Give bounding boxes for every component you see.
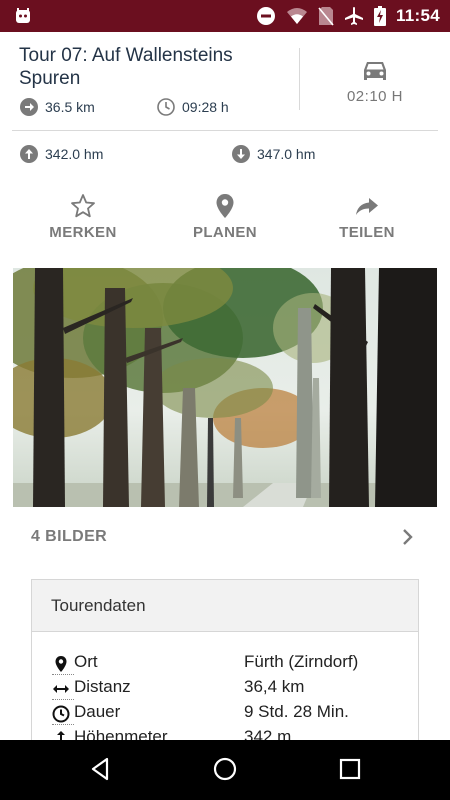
merken-button[interactable]: MERKEN [18, 192, 148, 241]
ascent-value: 342.0 hm [45, 146, 104, 162]
dotted-underline [52, 674, 74, 675]
dotted-underline [52, 699, 74, 700]
recents-icon[interactable] [339, 756, 361, 782]
do-not-disturb-icon [256, 7, 275, 25]
back-icon[interactable] [89, 756, 111, 782]
tour-data-heading: Tourendaten [32, 580, 418, 632]
duration-metric: 09:28 h [157, 98, 229, 116]
header-separator [12, 130, 438, 131]
gallery-link[interactable]: 4 BILDER [13, 517, 437, 557]
wifi-icon [286, 8, 307, 24]
tour-title: Tour 07: Auf Wallensteins Spuren [19, 45, 233, 89]
arrow-circle-down-icon [232, 145, 250, 163]
row-value: Fürth (Zirndorf) [244, 652, 359, 671]
dotted-underline [52, 724, 74, 725]
navigation-bar [0, 740, 450, 800]
tour-data-row-ort: Ort Fürth (Zirndorf) [52, 652, 412, 676]
duration-value: 09:28 h [182, 99, 229, 115]
row-key: Distanz [74, 677, 131, 696]
arrow-circle-up-icon [20, 145, 38, 163]
no-sim-icon [318, 7, 334, 26]
tour-photo[interactable] [13, 268, 437, 507]
location-pin-icon [216, 194, 234, 218]
star-icon [71, 194, 95, 218]
drive-time: 02:10 H [346, 88, 404, 105]
home-icon[interactable] [213, 756, 237, 782]
merken-label: MERKEN [49, 224, 117, 241]
arrow-circle-right-icon [20, 98, 38, 116]
status-bar: 11:54 [0, 0, 450, 32]
tour-data-row-distanz: Distanz 36,4 km [52, 677, 412, 701]
distance-metric: 36.5 km [20, 98, 95, 116]
row-key: Ort [74, 652, 98, 671]
car-icon [364, 62, 386, 80]
arrows-horizontal-icon [53, 685, 69, 693]
status-time: 11:54 [395, 6, 440, 25]
teilen-button[interactable]: TEILEN [302, 192, 432, 241]
row-value: 9 Std. 28 Min. [244, 702, 349, 721]
clock-icon [52, 705, 70, 723]
battery-charging-icon [373, 6, 386, 26]
tour-header: Tour 07: Auf Wallensteins Spuren 36.5 km… [0, 32, 450, 130]
app-icon [16, 8, 30, 23]
clock-icon [157, 98, 175, 116]
row-value: 36,4 km [244, 677, 305, 696]
forest-image [13, 268, 437, 507]
location-pin-icon [55, 656, 67, 672]
planen-label: PLANEN [192, 224, 258, 241]
distance-value: 36.5 km [45, 99, 95, 115]
gallery-label: 4 BILDER [31, 528, 108, 545]
row-key: Dauer [74, 702, 121, 721]
teilen-label: TEILEN [339, 224, 395, 241]
planen-button[interactable]: PLANEN [160, 192, 290, 241]
descent-metric: 347.0 hm [232, 145, 315, 163]
airplane-icon [344, 7, 363, 25]
tour-data-row-dauer: Dauer 9 Std. 28 Min. [52, 702, 412, 726]
descent-value: 347.0 hm [257, 146, 316, 162]
chevron-right-icon [403, 529, 413, 545]
share-icon [356, 198, 378, 215]
ascent-metric: 342.0 hm [20, 145, 103, 163]
